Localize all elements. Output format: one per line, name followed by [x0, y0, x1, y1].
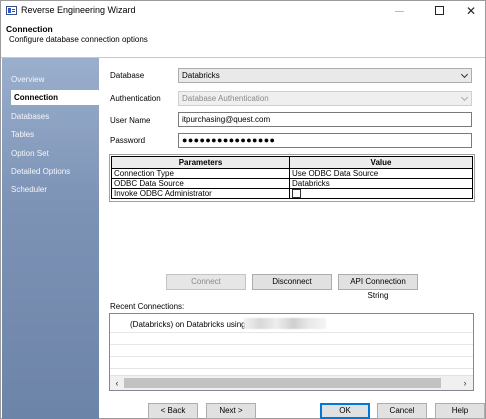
scroll-left-arrow-icon[interactable]: ‹	[111, 378, 123, 389]
sidebar-item-databases[interactable]: Databases	[11, 109, 97, 124]
api-connection-string-button[interactable]: API Connection String	[338, 274, 418, 300]
close-icon: ✕	[465, 4, 477, 18]
password-value: ●●●●●●●●●●●●●●●●	[182, 135, 276, 145]
authentication-label: Authentication	[110, 94, 161, 103]
wizard-steps-sidebar: Overview Connection Databases Tables Opt…	[2, 58, 99, 419]
sidebar-item-tables[interactable]: Tables	[11, 127, 97, 142]
ok-button[interactable]: OK	[320, 403, 370, 419]
sidebar-item-detailed-options[interactable]: Detailed Options	[11, 164, 97, 179]
sidebar-item-option-set[interactable]: Option Set	[11, 146, 97, 161]
sidebar-item-connection[interactable]: Connection	[11, 90, 99, 105]
page-title: Connection	[6, 24, 53, 34]
redacted-username	[244, 318, 326, 329]
recent-connection-text: (Databricks) on Databricks using	[130, 320, 246, 329]
recent-connections-list[interactable]: (Databricks) on Databricks using ‹ ›	[109, 313, 474, 391]
param-name-cell: ODBC Data Source	[111, 178, 290, 189]
sidebar-item-scheduler[interactable]: Scheduler	[11, 182, 97, 197]
database-select[interactable]: Databricks	[178, 68, 472, 83]
table-row[interactable]: Invoke ODBC Administrator	[111, 187, 473, 200]
param-value-cell	[289, 187, 473, 200]
scroll-right-arrow-icon[interactable]: ›	[459, 378, 471, 389]
password-field[interactable]: ●●●●●●●●●●●●●●●●	[178, 133, 472, 148]
param-name-cell: Invoke ODBC Administrator	[111, 187, 290, 200]
back-button[interactable]: < Back	[148, 403, 198, 419]
connect-button[interactable]: Connect	[166, 274, 246, 290]
username-field[interactable]: itpurchasing@quest.com	[178, 112, 472, 127]
list-row-empty	[110, 345, 473, 357]
parameters-grid: Parameters Value Connection Type Use ODB…	[111, 156, 473, 200]
scrollbar-thumb[interactable]	[124, 378, 441, 388]
horizontal-scrollbar[interactable]: ‹ ›	[110, 375, 473, 390]
minimize-icon	[395, 11, 404, 12]
maximize-icon	[435, 6, 444, 15]
list-item[interactable]: (Databricks) on Databricks using	[110, 314, 473, 333]
cancel-button[interactable]: Cancel	[377, 403, 427, 419]
table-row[interactable]: ODBC Data Source Databricks	[111, 178, 473, 189]
page-header: Connection Configure database connection…	[1, 21, 485, 58]
page-subtitle: Configure database connection options	[9, 35, 148, 44]
database-label: Database	[110, 71, 145, 80]
title-bar[interactable]: Reverse Engineering Wizard ✕	[1, 1, 485, 21]
help-button[interactable]: Help	[435, 403, 485, 419]
recent-connections-label: Recent Connections:	[110, 302, 185, 311]
wizard-app-icon	[6, 6, 17, 15]
minimize-button[interactable]	[385, 1, 415, 21]
disconnect-button[interactable]: Disconnect	[252, 274, 332, 290]
invoke-odbc-admin-checkbox[interactable]	[292, 189, 301, 199]
window-title: Reverse Engineering Wizard	[21, 5, 136, 15]
chevron-down-icon	[462, 96, 468, 102]
username-label: User Name	[110, 116, 151, 125]
maximize-button[interactable]	[425, 1, 455, 21]
param-value-cell[interactable]: Databricks	[289, 178, 473, 189]
param-value-cell[interactable]: Use ODBC Data Source	[289, 168, 473, 179]
param-name-cell: Connection Type	[111, 168, 290, 179]
database-value: Databricks	[182, 71, 220, 80]
wizard-window: Reverse Engineering Wizard ✕ Connection …	[0, 0, 486, 419]
password-label: Password	[110, 136, 146, 145]
parameters-column-header: Parameters	[111, 156, 290, 169]
sidebar-item-overview[interactable]: Overview	[11, 72, 97, 87]
value-column-header: Value	[289, 156, 473, 169]
close-button[interactable]: ✕	[456, 1, 486, 21]
list-row-empty	[110, 333, 473, 345]
authentication-select: Database Authentication	[178, 91, 472, 106]
next-button[interactable]: Next >	[206, 403, 256, 419]
chevron-down-icon	[462, 73, 468, 79]
authentication-value: Database Authentication	[182, 94, 269, 103]
table-row[interactable]: Connection Type Use ODBC Data Source	[111, 168, 473, 179]
username-value: itpurchasing@quest.com	[182, 115, 271, 124]
list-row-empty	[110, 357, 473, 369]
